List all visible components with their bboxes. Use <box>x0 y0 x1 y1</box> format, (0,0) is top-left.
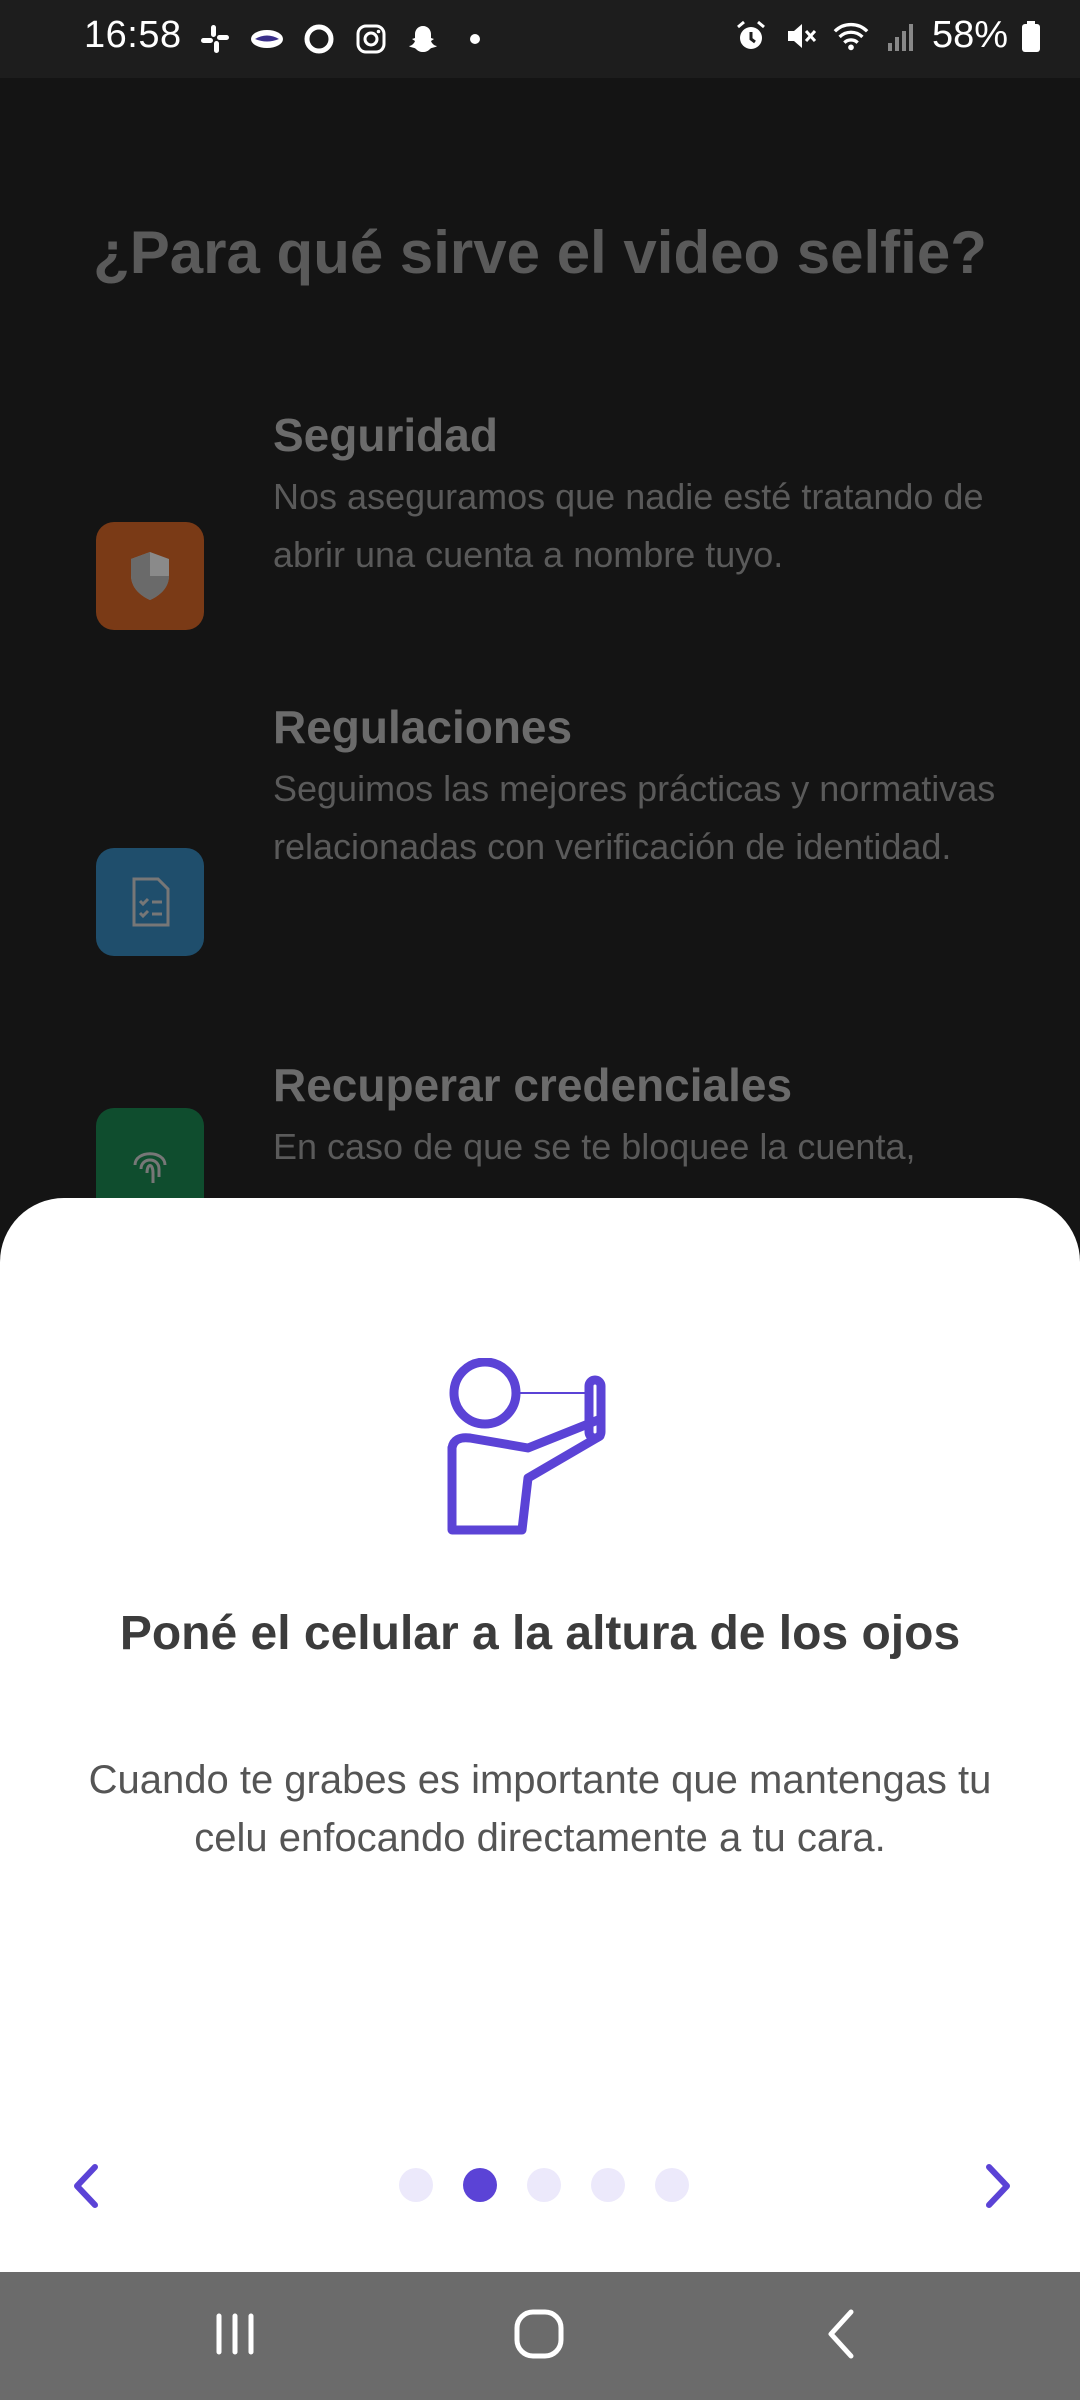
background-page: ¿Para qué sirve el video selfie? Segurid… <box>0 78 1080 1198</box>
status-time: 16:58 <box>84 14 182 56</box>
sheet-body: Cuando te grabes es importante que mante… <box>88 1758 992 1860</box>
feature-description: Seguimos las mejores prácticas y normati… <box>273 768 996 867</box>
home-icon <box>513 2308 565 2365</box>
checklist-document-icon <box>96 848 204 956</box>
battery-icon <box>1020 17 1042 55</box>
wifi-icon <box>832 17 870 55</box>
instagram-icon <box>352 20 390 58</box>
mute-icon <box>782 17 820 55</box>
shield-icon <box>96 522 204 630</box>
sheet-title: Poné el celular a la altura de los ojos <box>119 1607 961 1660</box>
signal-icon <box>882 17 920 55</box>
slack-icon <box>196 20 234 58</box>
next-button[interactable] <box>968 2158 1028 2218</box>
back-button[interactable] <box>806 2306 876 2366</box>
feature-title: Seguridad <box>273 409 498 461</box>
pagination-dots <box>4 2168 1080 2202</box>
battery-percent: 58% <box>931 14 1008 56</box>
home-button[interactable] <box>504 2306 574 2366</box>
person-holding-phone-icon <box>440 1357 640 1548</box>
fingerprint-icon <box>96 1108 204 1198</box>
status-bar: 16:58 58% <box>0 0 1080 78</box>
feature-title: Recuperar credenciales <box>273 1059 793 1111</box>
feature-title: Regulaciones <box>273 701 573 753</box>
recents-icon <box>211 2310 259 2363</box>
pagination-dot-active[interactable] <box>463 2168 497 2202</box>
alarm-icon <box>732 17 770 55</box>
pagination-dot[interactable] <box>591 2168 625 2202</box>
system-status-icons: 58% <box>732 14 1042 57</box>
back-icon <box>823 2308 859 2365</box>
handshake-icon <box>248 20 286 58</box>
notification-icons <box>196 20 494 58</box>
feature-description: Nos aseguramos que nadie esté tratando d… <box>273 476 984 575</box>
pagination-dot[interactable] <box>399 2168 433 2202</box>
snapchat-icon <box>404 20 442 58</box>
android-navigation-bar <box>0 2272 1080 2400</box>
circle-icon <box>300 20 338 58</box>
dot-icon <box>456 20 494 58</box>
feature-description: En caso de que se te bloquee la cuenta, <box>273 1126 916 1167</box>
chevron-right-icon <box>983 2163 1013 2214</box>
onboarding-bottom-sheet: Poné el celular a la altura de los ojos … <box>0 1198 1080 2272</box>
recents-button[interactable] <box>200 2306 270 2366</box>
page-title: ¿Para qué sirve el video selfie? <box>93 219 987 286</box>
pagination-dot[interactable] <box>527 2168 561 2202</box>
pagination-dot[interactable] <box>655 2168 689 2202</box>
